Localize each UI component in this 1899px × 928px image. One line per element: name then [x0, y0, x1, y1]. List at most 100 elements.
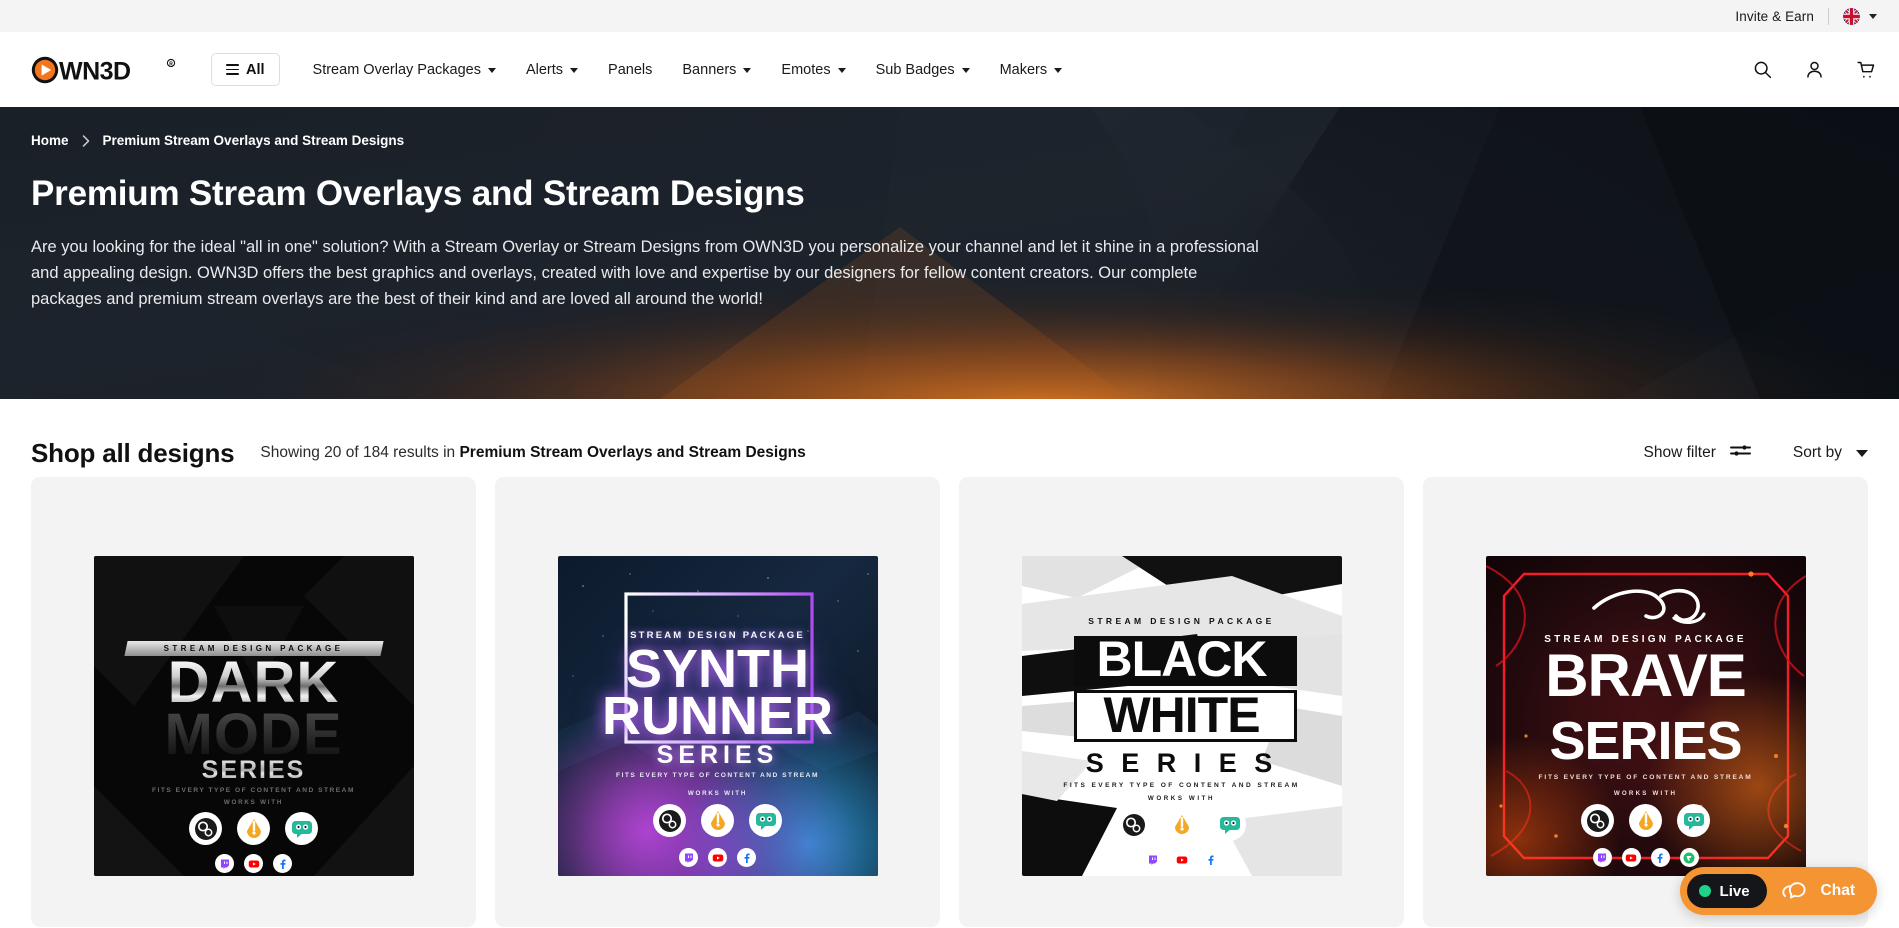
- nav-item-stream-overlay-packages[interactable]: Stream Overlay Packages: [298, 50, 511, 90]
- thumbnail-fits-text: FITS EVERY TYPE OF CONTENT AND STREAM: [1022, 782, 1342, 789]
- page-title: Premium Stream Overlays and Stream Desig…: [31, 174, 1868, 214]
- search-icon[interactable]: [1751, 59, 1773, 81]
- uk-flag-icon: [1843, 8, 1860, 25]
- product-grid: STREAM DESIGN PACKAGE STREAM DESIGN PACK…: [0, 477, 1899, 927]
- account-icon[interactable]: [1803, 59, 1825, 81]
- chevron-down-icon: [488, 68, 496, 73]
- streamlabs-icon: [701, 804, 734, 837]
- twitch-icon: [215, 854, 234, 873]
- thumbnail-title-line1: BRAVE: [1486, 648, 1806, 704]
- primary-nav: Stream Overlay Packages Alerts Panels Ba…: [298, 50, 1078, 90]
- twitch-icon: [1593, 848, 1612, 867]
- product-card[interactable]: STREAM DESIGN PACKAGE BRAVE SERIES FITS …: [1423, 477, 1868, 927]
- facebook-icon: [1201, 850, 1220, 869]
- thumbnail-social-icons: [1486, 848, 1806, 867]
- nav-item-panels[interactable]: Panels: [593, 50, 667, 90]
- shop-toolbar: Shop all designs Showing 20 of 184 resul…: [0, 399, 1899, 477]
- youtube-icon: [1622, 848, 1641, 867]
- shop-toolbar-controls: Show filter Sort by: [1644, 443, 1868, 463]
- thumbnail-social-icons: [94, 854, 414, 873]
- top-utility-bar: Invite & Earn: [0, 0, 1899, 32]
- facebook-icon: [273, 854, 292, 873]
- nav-label: Banners: [682, 62, 736, 78]
- thumbnail-app-icons: [1022, 808, 1342, 841]
- filter-sliders-icon: [1730, 443, 1751, 463]
- sort-by-label: Sort by: [1793, 444, 1842, 462]
- twitch-icon: [1143, 850, 1162, 869]
- svg-text:WN3D: WN3D: [59, 57, 131, 85]
- hamburger-icon: [226, 64, 239, 74]
- streamlabs-icon: [237, 812, 270, 845]
- nav-label: Sub Badges: [876, 62, 955, 78]
- streamelements-icon: [1677, 804, 1710, 837]
- streamelements-icon: [285, 812, 318, 845]
- thumbnail-kicker: STREAM DESIGN PACKAGE: [1022, 616, 1342, 626]
- chat-bubble-icon: [1782, 879, 1806, 903]
- product-thumbnail-brave-series: STREAM DESIGN PACKAGE BRAVE SERIES FITS …: [1486, 556, 1806, 876]
- chevron-down-icon: [838, 68, 846, 73]
- facebook-icon: [1651, 848, 1670, 867]
- thumbnail-works-with-text: WORKS WITH: [1022, 795, 1342, 802]
- thumbnail-social-icons: [1022, 850, 1342, 869]
- invite-and-earn-link[interactable]: Invite & Earn: [1735, 9, 1828, 24]
- thumbnail-social-icons: [558, 848, 878, 867]
- trovo-icon: [1680, 848, 1699, 867]
- nav-item-sub-badges[interactable]: Sub Badges: [861, 50, 985, 90]
- language-selector[interactable]: [1829, 8, 1877, 25]
- streamlabs-icon: [1165, 808, 1198, 841]
- chat-label: Chat: [1821, 882, 1855, 900]
- thumbnail-series: S E R I E S: [1022, 748, 1342, 779]
- obs-icon: [653, 804, 686, 837]
- product-card[interactable]: STREAM DESIGN PACKAGE SYNTH RUNNER SERIE…: [495, 477, 940, 927]
- svg-text:R: R: [169, 61, 173, 67]
- chevron-down-icon: [570, 68, 578, 73]
- chevron-down-icon: [1054, 68, 1062, 73]
- youtube-icon: [244, 854, 263, 873]
- thumbnail-series: SERIES: [558, 741, 878, 770]
- chevron-down-icon: [1869, 14, 1877, 19]
- all-categories-button[interactable]: All: [211, 53, 280, 86]
- product-thumbnail-dark-mode: STREAM DESIGN PACKAGE STREAM DESIGN PACK…: [94, 556, 414, 876]
- show-filter-button[interactable]: Show filter: [1644, 443, 1751, 463]
- nav-item-makers[interactable]: Makers: [985, 50, 1078, 90]
- thumbnail-fits-text: FITS EVERY TYPE OF CONTENT AND STREAM: [1486, 774, 1806, 781]
- own3d-logo[interactable]: WN3D R: [31, 55, 179, 85]
- live-label: Live: [1720, 883, 1750, 900]
- thumbnail-title-line2: MODE: [94, 708, 414, 762]
- nav-label: Stream Overlay Packages: [313, 62, 481, 78]
- obs-icon: [189, 812, 222, 845]
- twitch-icon: [679, 848, 698, 867]
- chat-widget[interactable]: Live Chat: [1680, 867, 1877, 915]
- obs-icon: [1581, 804, 1614, 837]
- streamelements-icon: [749, 804, 782, 837]
- live-status-pill[interactable]: Live: [1687, 874, 1767, 908]
- breadcrumb-current: Premium Stream Overlays and Stream Desig…: [103, 133, 405, 148]
- chevron-right-icon: [82, 135, 90, 147]
- chevron-down-icon: [743, 68, 751, 73]
- nav-label: Panels: [608, 62, 652, 78]
- main-header: WN3D R All Stream Overlay Packages Alert…: [0, 32, 1899, 107]
- youtube-icon: [1172, 850, 1191, 869]
- product-card[interactable]: STREAM DESIGN PACKAGE STREAM DESIGN PACK…: [31, 477, 476, 927]
- thumbnail-app-icons: [558, 804, 878, 837]
- nav-label: Alerts: [526, 62, 563, 78]
- chevron-down-icon: [962, 68, 970, 73]
- thumbnail-app-icons: [94, 812, 414, 845]
- product-thumbnail-black-white: STREAM DESIGN PACKAGE BLACK WHITE S E R …: [1022, 556, 1342, 876]
- nav-item-banners[interactable]: Banners: [667, 50, 766, 90]
- thumbnail-fits-text: FITS EVERY TYPE OF CONTENT AND STREAM: [558, 772, 878, 779]
- product-card[interactable]: STREAM DESIGN PACKAGE BLACK WHITE S E R …: [959, 477, 1404, 927]
- hero-banner: Home Premium Stream Overlays and Stream …: [0, 107, 1899, 399]
- sort-by-dropdown[interactable]: Sort by: [1793, 444, 1868, 462]
- breadcrumb-home-link[interactable]: Home: [31, 133, 69, 148]
- all-button-label: All: [246, 62, 265, 78]
- page-description: Are you looking for the ideal "all in on…: [31, 234, 1271, 312]
- header-actions: [1751, 59, 1877, 81]
- breadcrumb: Home Premium Stream Overlays and Stream …: [31, 133, 1868, 148]
- nav-item-alerts[interactable]: Alerts: [511, 50, 593, 90]
- nav-item-emotes[interactable]: Emotes: [766, 50, 860, 90]
- cart-icon[interactable]: [1855, 59, 1877, 81]
- results-count-prefix: Showing 20 of 184 results in: [260, 444, 459, 461]
- obs-icon: [1117, 808, 1150, 841]
- thumbnail-title-line1: BLACK: [1022, 636, 1342, 683]
